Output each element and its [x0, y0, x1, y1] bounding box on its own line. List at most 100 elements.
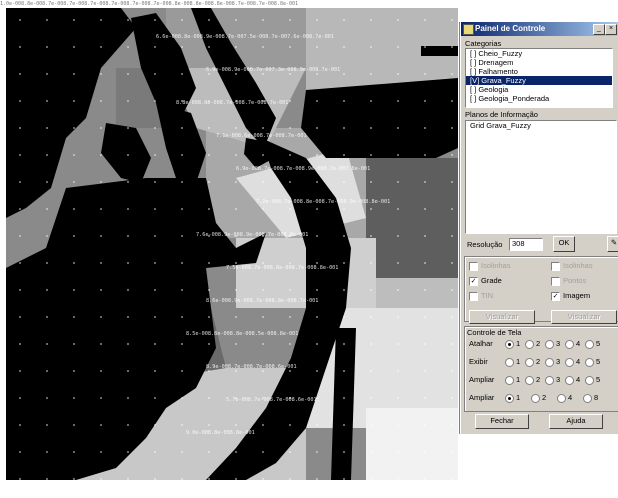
screen-option-radio[interactable]	[525, 376, 534, 385]
grid-point	[235, 451, 237, 453]
grid-point	[235, 316, 237, 318]
grid-point	[19, 181, 21, 183]
screen-option-radio[interactable]	[565, 358, 574, 367]
option-checkbox[interactable]: ✓	[551, 292, 560, 301]
grid-point	[46, 127, 48, 129]
category-item[interactable]: [ ] Drenagem	[466, 58, 612, 67]
grid-point	[316, 100, 318, 102]
visualize-button-left[interactable]: Visualizar	[469, 310, 535, 324]
grid-point	[262, 262, 264, 264]
grid-point	[262, 181, 264, 183]
visualize-button-right[interactable]: Visualizar	[551, 310, 617, 324]
category-item[interactable]: [ ] Geologia	[466, 85, 612, 94]
screen-option-radio[interactable]	[565, 376, 574, 385]
grid-point	[316, 316, 318, 318]
screen-option-radio[interactable]	[505, 394, 514, 403]
screen-option-radio[interactable]	[557, 394, 566, 403]
grid-point	[100, 451, 102, 453]
pencil-icon[interactable]: ✎	[607, 236, 618, 252]
option-checkbox[interactable]	[469, 262, 478, 271]
grid-point	[100, 235, 102, 237]
control-panel-titlebar[interactable]: Painel de Controle _ ×	[461, 22, 618, 36]
screen-option-radio[interactable]	[545, 358, 554, 367]
help-button[interactable]: Ajuda	[549, 414, 603, 429]
category-item[interactable]: [ ] Geologia_Ponderada	[466, 94, 612, 103]
screen-option-radio[interactable]	[585, 376, 594, 385]
grid-point	[370, 262, 372, 264]
grid-point	[262, 19, 264, 21]
screen-option-radio[interactable]	[585, 340, 594, 349]
grid-point	[154, 316, 156, 318]
screen-option-label: 5	[596, 357, 601, 366]
grid-point	[316, 73, 318, 75]
grid-point	[73, 397, 75, 399]
option-label: Isolinhas	[481, 261, 511, 270]
grid-point	[127, 343, 129, 345]
close-button[interactable]: Fechar	[475, 414, 529, 429]
grid-point	[208, 208, 210, 210]
screen-option-radio[interactable]	[545, 376, 554, 385]
option-checkbox[interactable]	[551, 262, 560, 271]
screen-option-radio[interactable]	[585, 358, 594, 367]
grid-point	[181, 262, 183, 264]
category-item[interactable]: [ ] Cheio_Fuzzy	[466, 49, 612, 58]
grid-point	[100, 154, 102, 156]
screen-option-label: 4	[576, 339, 581, 348]
grid-point	[181, 208, 183, 210]
grid-point	[316, 235, 318, 237]
grid-point	[127, 370, 129, 372]
screen-option-radio[interactable]	[505, 358, 514, 367]
grid-point	[127, 127, 129, 129]
grid-value-label: 9.0e-008.8e-008.8e-001	[186, 430, 255, 436]
planes-label: Planos de Informação	[465, 110, 615, 120]
grid-point	[100, 127, 102, 129]
screen-option-label: 5	[596, 339, 601, 348]
grid-point	[262, 46, 264, 48]
screen-option-radio[interactable]	[545, 340, 554, 349]
close-icon[interactable]: ×	[605, 24, 617, 35]
planes-list[interactable]: Grid Grava_Fuzzy	[465, 120, 617, 234]
grid-value-label: 8.6e-008.9e-008.7e-008.8e-008.7e-001	[206, 298, 318, 304]
resolution-input[interactable]: 308	[509, 238, 543, 251]
screen-option-label: 3	[556, 375, 561, 384]
categories-list[interactable]: [ ] Cheio_Fuzzy[ ] Drenagem[ ] Falhament…	[465, 48, 613, 108]
screen-option-radio[interactable]	[525, 340, 534, 349]
grid-point	[208, 19, 210, 21]
grid-point	[181, 289, 183, 291]
ok-button[interactable]: OK	[553, 236, 575, 252]
category-item[interactable]: [V] Grava_Fuzzy	[466, 76, 612, 85]
grid-point	[19, 370, 21, 372]
grid-point	[451, 235, 453, 237]
grid-point	[100, 343, 102, 345]
option-label: Grade	[481, 276, 502, 285]
category-item[interactable]: [ ] Falhamento	[466, 67, 612, 76]
option-checkbox[interactable]	[551, 277, 560, 286]
grid-point	[343, 262, 345, 264]
grid-point	[73, 316, 75, 318]
screen-option-radio[interactable]	[525, 358, 534, 367]
grid-point	[316, 262, 318, 264]
minimize-button[interactable]: _	[593, 24, 605, 35]
grid-point	[424, 235, 426, 237]
grid-point	[451, 370, 453, 372]
screen-option-radio[interactable]	[505, 340, 514, 349]
grid-point	[208, 127, 210, 129]
grid-point	[181, 397, 183, 399]
screen-option-radio[interactable]	[565, 340, 574, 349]
screen-option-radio[interactable]	[583, 394, 592, 403]
screen-option-radio[interactable]	[505, 376, 514, 385]
option-checkbox[interactable]	[469, 292, 478, 301]
plane-item[interactable]: Grid Grava_Fuzzy	[466, 121, 616, 130]
screen-option-radio[interactable]	[531, 394, 540, 403]
grid-point	[100, 478, 102, 480]
option-label: Pontos	[563, 276, 587, 285]
grid-value-label: 7.1e-008.6e-008.7e-008.7e-001	[216, 133, 307, 139]
grid-point	[235, 478, 237, 480]
grid-point	[100, 397, 102, 399]
option-checkbox[interactable]: ✓	[469, 277, 478, 286]
grid-point	[289, 208, 291, 210]
screen-row-label: Ampliar	[469, 393, 495, 402]
grid-point	[262, 316, 264, 318]
grid-image-view[interactable]: 6.6e-008.8e-008.9e-008.7e-007.5e-008.7e-…	[6, 8, 458, 480]
grid-point	[397, 100, 399, 102]
